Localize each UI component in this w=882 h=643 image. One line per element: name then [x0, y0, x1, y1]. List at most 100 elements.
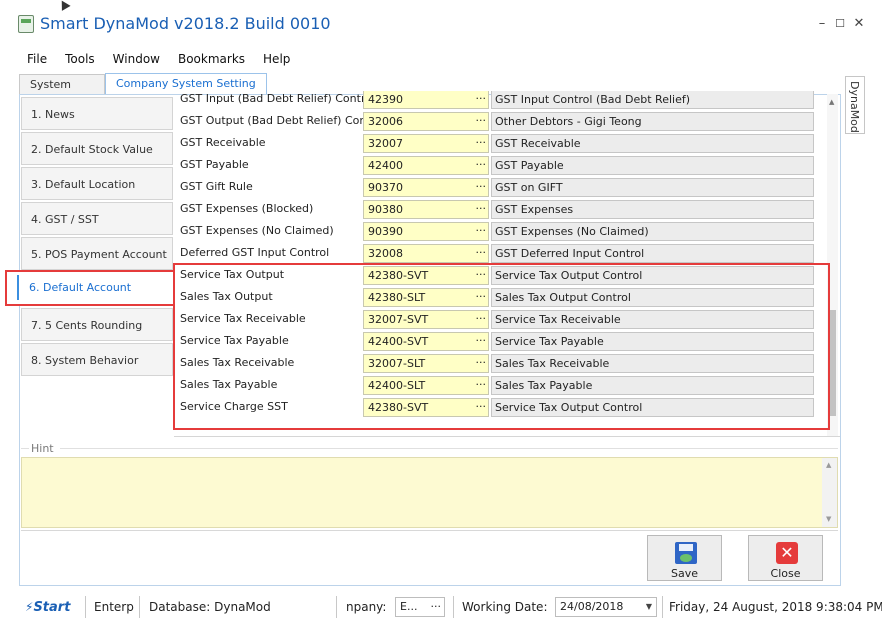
- hint-divider-left: [21, 448, 29, 449]
- hint-label: Hint: [31, 442, 58, 455]
- lookup-button[interactable]: ···: [431, 598, 442, 616]
- account-code-input[interactable]: 42390 ···: [363, 91, 489, 109]
- account-label: GST Expenses (Blocked): [180, 202, 314, 215]
- hint-textarea[interactable]: [21, 457, 838, 528]
- side-tab-label: DynaMod: [848, 81, 861, 133]
- account-description: GST Receivable: [491, 134, 814, 153]
- nav-item-default-stock-value[interactable]: 2. Default Stock Value: [21, 132, 173, 165]
- account-code-input[interactable]: 90380 ···: [363, 200, 489, 219]
- save-button-label: Save: [670, 567, 698, 580]
- status-separator: [662, 596, 663, 618]
- window-title: Smart DynaMod v2018.2 Build 0010: [40, 14, 331, 33]
- account-code-value: 42390: [368, 93, 403, 106]
- account-description: Other Debtors - Gigi Teong: [491, 112, 814, 131]
- account-label: GST Payable: [180, 158, 249, 171]
- start-label: Start: [33, 600, 71, 615]
- account-code-input[interactable]: 90370 ···: [363, 178, 489, 197]
- account-row: GST Expenses (Blocked) 90380 ··· GST Expe…: [174, 199, 824, 221]
- close-window-button[interactable]: ✕: [851, 16, 867, 32]
- nav-item-gst-sst[interactable]: 4. GST / SST: [21, 202, 173, 235]
- account-code-input[interactable]: 32006 ···: [363, 112, 489, 131]
- account-code-value: 32008: [368, 247, 403, 260]
- menu-tools[interactable]: Tools: [56, 49, 104, 69]
- status-separator: [453, 596, 454, 618]
- sst-accounts-highlight: [173, 263, 830, 430]
- app-logo-icon: [18, 15, 34, 33]
- menu-help[interactable]: Help: [254, 49, 299, 69]
- account-description: GST Expenses (No Claimed): [491, 222, 814, 241]
- menu-bar: File Tools Window Bookmarks Help: [18, 49, 299, 69]
- account-description: GST on GIFT: [491, 178, 814, 197]
- menu-bookmarks[interactable]: Bookmarks: [169, 49, 254, 69]
- chevron-down-icon[interactable]: ▼: [646, 598, 652, 616]
- tab-system-menu[interactable]: System Menu: [19, 74, 105, 111]
- lookup-button[interactable]: ···: [476, 223, 487, 238]
- account-description: GST Input Control (Bad Debt Relief): [491, 91, 814, 109]
- account-row: Deferred GST Input Control 32008 ··· GST …: [174, 243, 824, 265]
- account-label: GST Receivable: [180, 136, 266, 149]
- account-row: GST Output (Bad Debt Relief) Control 320…: [174, 111, 824, 133]
- account-row: GST Expenses (No Claimed) 90390 ··· GST E…: [174, 221, 824, 243]
- status-database: Database: DynaMod: [149, 600, 271, 614]
- lookup-button[interactable]: ···: [476, 135, 487, 150]
- nav-item-pos-payment-account[interactable]: 5. POS Payment Account: [21, 237, 173, 270]
- nav-item-5-cents-rounding[interactable]: 7. 5 Cents Rounding Options: [21, 308, 173, 365]
- side-tab-dynamod[interactable]: DynaMod: [845, 76, 865, 134]
- close-icon: ✕: [776, 542, 798, 564]
- maximize-button[interactable]: ☐: [832, 16, 848, 32]
- status-company-label: npany:: [346, 600, 387, 614]
- account-description: GST Payable: [491, 156, 814, 175]
- working-date-value: 24/08/2018: [560, 600, 624, 613]
- account-label: GST Input (Bad Debt Relief) Control: [180, 92, 376, 105]
- account-row: GST Receivable 32007 ··· GST Receivable: [174, 133, 824, 155]
- account-row: GST Input (Bad Debt Relief) Control 4239…: [174, 91, 824, 111]
- account-code-input[interactable]: 32007 ···: [363, 134, 489, 153]
- minimize-button[interactable]: –: [814, 16, 830, 32]
- account-description: GST Deferred Input Control: [491, 244, 814, 263]
- nav-item-news[interactable]: 1. News: [21, 97, 173, 130]
- account-label: GST Expenses (No Claimed): [180, 224, 334, 237]
- account-code-input[interactable]: 90390 ···: [363, 222, 489, 241]
- status-separator: [85, 596, 86, 618]
- lookup-button[interactable]: ···: [476, 113, 487, 128]
- save-button[interactable]: Save: [647, 535, 722, 581]
- mouse-cursor-icon: [57, 0, 71, 11]
- account-code-input[interactable]: 42400 ···: [363, 156, 489, 175]
- menu-file[interactable]: File: [18, 49, 56, 69]
- company-selector[interactable]: E... ···: [395, 597, 445, 617]
- menu-window[interactable]: Window: [104, 49, 169, 69]
- lookup-button[interactable]: ···: [476, 201, 487, 216]
- scroll-up-icon[interactable]: ▲: [829, 98, 834, 106]
- grid-divider: [174, 436, 840, 437]
- status-working-date-label: Working Date:: [462, 600, 548, 614]
- scroll-down-icon[interactable]: ▼: [826, 515, 831, 523]
- lookup-button[interactable]: ···: [476, 179, 487, 194]
- scrollbar-thumb[interactable]: [830, 310, 836, 416]
- account-row: GST Gift Rule 90370 ··· GST on GIFT: [174, 177, 824, 199]
- status-datetime: Friday, 24 August, 2018 9:38:04 PM: [669, 600, 882, 614]
- start-button[interactable]: ⚡Start: [25, 592, 70, 623]
- lookup-button[interactable]: ···: [476, 245, 487, 260]
- account-code-value: 42400: [368, 159, 403, 172]
- account-code-value: 90390: [368, 225, 403, 238]
- floppy-disk-icon: [675, 542, 697, 564]
- account-label: GST Output (Bad Debt Relief) Control: [180, 114, 385, 127]
- account-code-value: 90370: [368, 181, 403, 194]
- account-description: GST Expenses: [491, 200, 814, 219]
- lookup-button[interactable]: ···: [476, 91, 487, 106]
- account-code-value: 32006: [368, 115, 403, 128]
- scroll-up-icon[interactable]: ▲: [826, 461, 831, 469]
- status-bar: ⚡Start Enterp Database: DynaMod npany: E…: [19, 592, 882, 623]
- working-date-picker[interactable]: 24/08/2018 ▼: [555, 597, 657, 617]
- nav-item-system-behavior[interactable]: 8. System Behavior: [21, 343, 173, 376]
- lookup-button[interactable]: ···: [476, 157, 487, 172]
- title-bar: Smart DynaMod v2018.2 Build 0010 – ☐ ✕: [0, 0, 882, 46]
- hint-scrollbar[interactable]: ▲ ▼: [822, 458, 837, 527]
- nav-item-default-location[interactable]: 3. Default Location: [21, 167, 173, 200]
- account-code-input[interactable]: 32008 ···: [363, 244, 489, 263]
- nav-item-default-account[interactable]: 6. Default Account: [5, 270, 175, 306]
- status-separator: [336, 596, 337, 618]
- account-code-value: 90380: [368, 203, 403, 216]
- close-button[interactable]: ✕ Close: [748, 535, 823, 581]
- account-label: GST Gift Rule: [180, 180, 253, 193]
